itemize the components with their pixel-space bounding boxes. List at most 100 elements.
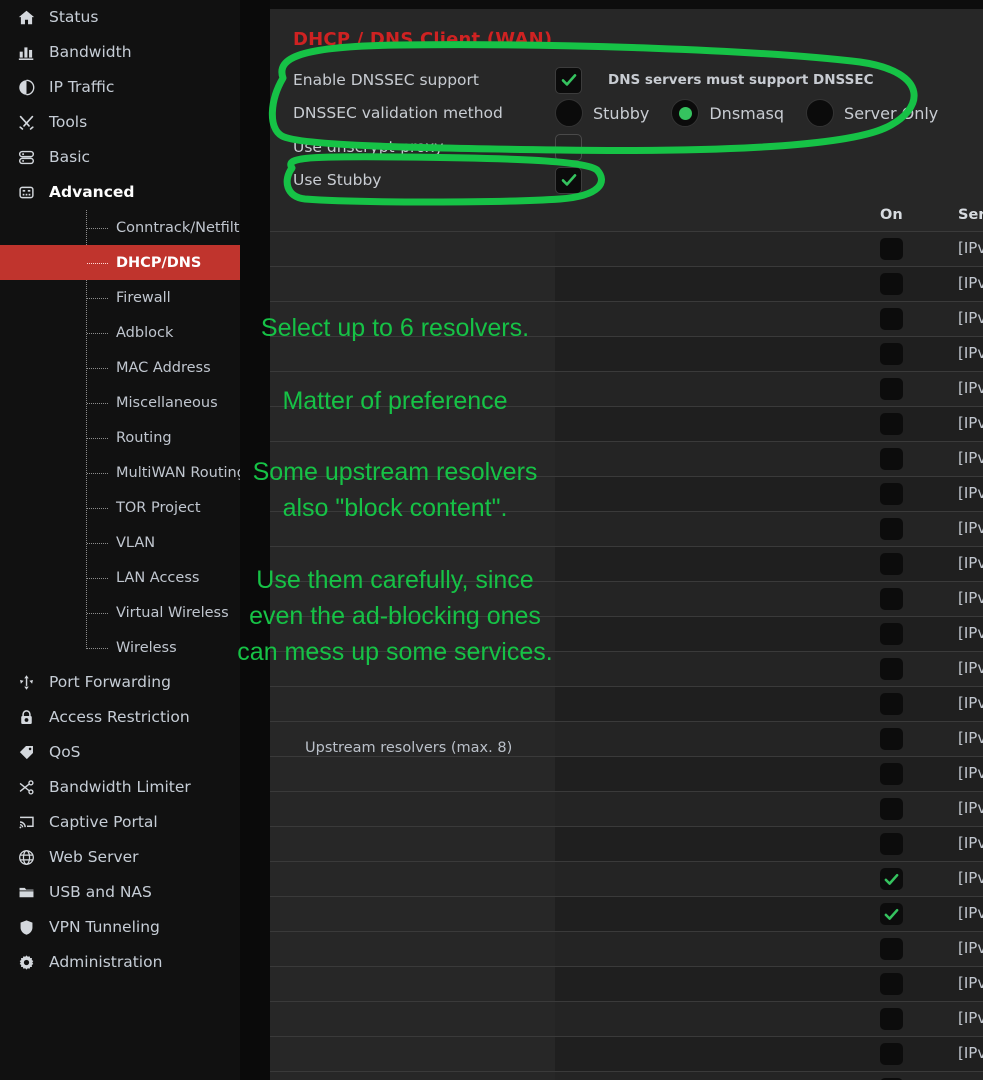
table-row[interactable]: [IPv4] AdGuard 1 (unfiltered) [270, 301, 983, 336]
dnscrypt-proxy-checkbox[interactable] [555, 133, 582, 161]
shield-icon [18, 919, 40, 937]
table-row[interactable]: [IPv4] AdGuard 1 (family) [270, 371, 983, 406]
table-row[interactable]: [IPv4] Cloudflare 1 (security) [270, 1001, 983, 1036]
table-row[interactable]: [IPv4] CleanBrowsing 1 (security) [270, 651, 983, 686]
resolver-name: [IPv4] AdGuard 2 (unfiltered) [958, 344, 983, 362]
sidebar-item-vpn-tunneling[interactable]: VPN Tunneling [0, 910, 240, 945]
resolver-checkbox[interactable] [880, 273, 903, 295]
sidebar-item-status[interactable]: Status [0, 0, 240, 35]
table-row[interactable]: [IPv4] CleanBrowsing 2 (security) [270, 686, 983, 721]
resolver-checkbox[interactable] [880, 623, 903, 645]
use-stubby-checkbox[interactable] [555, 166, 582, 194]
resolver-checkbox[interactable] [880, 413, 903, 435]
table-row[interactable]: [IPv4] Google 1 [270, 1071, 983, 1080]
sidebar-item-basic[interactable]: Basic [0, 140, 240, 175]
table-row[interactable]: [IPv4] Cloudflare 2 (security) [270, 1036, 983, 1071]
resolver-checkbox[interactable] [880, 1008, 903, 1030]
dnssec-method-radio-group: Stubby Dnsmasq Server Only [555, 99, 938, 127]
table-row[interactable]: [IPv4] Canadian Shield 2 (protected) [270, 546, 983, 581]
table-row[interactable]: [IPv4] CleanBrowsing 1 (adult filter) [270, 791, 983, 826]
sidebar-subitem-vlan[interactable]: VLAN [0, 525, 240, 560]
table-row[interactable]: [IPv4] Canadian Shield 1 (family) [270, 581, 983, 616]
resolver-checkbox[interactable] [880, 448, 903, 470]
table-row[interactable]: [IPv4] Cloudflare 1 [270, 861, 983, 896]
resolver-checkbox[interactable] [880, 658, 903, 680]
table-row[interactable]: [IPv4] Adguard 2 (family) [270, 406, 983, 441]
enable-dnssec-checkbox[interactable] [555, 66, 582, 94]
sidebar-item-administration[interactable]: Administration [0, 945, 240, 980]
table-row[interactable]: [IPv4] Cloudflare 2 (family) [270, 966, 983, 1001]
sidebar-item-bandwidth[interactable]: Bandwidth [0, 35, 240, 70]
resolver-checkbox[interactable] [880, 833, 903, 855]
gear-icon [18, 954, 40, 972]
resolver-name: [IPv4] AdGuard 1 (unfiltered) [958, 309, 983, 327]
table-row[interactable]: [IPv4] Cloudflare 2 [270, 896, 983, 931]
table-row[interactable]: [IPv4] Canadian Shield 2 [270, 476, 983, 511]
sidebar-subitem-wireless[interactable]: Wireless [0, 630, 240, 665]
resolver-name: [IPv4] CleanBrowsing 2 (security) [958, 694, 983, 712]
resolver-checkbox[interactable] [880, 763, 903, 785]
resolver-checkbox[interactable] [880, 868, 903, 890]
table-header: On Server [555, 203, 983, 231]
form-row-use-stubby: Use Stubby [293, 166, 983, 194]
resolver-checkbox[interactable] [880, 728, 903, 750]
table-row[interactable]: [IPv4] CleanBrowsing 1 (family) [270, 721, 983, 756]
radio-server-only[interactable] [806, 99, 835, 127]
tree-dash-icon [87, 332, 108, 334]
sidebar-subitem-virtual-wireless[interactable]: Virtual Wireless [0, 595, 240, 630]
resolver-name: [IPv4] Cloudflare 1 [958, 869, 983, 887]
sidebar-subitem-label: DHCP/DNS [116, 254, 202, 271]
sidebar-subitem-multiwan-routing[interactable]: MultiWAN Routing [0, 455, 240, 490]
table-row[interactable]: [IPv4] Cloudflare 1 (family) [270, 931, 983, 966]
sidebar-item-tools[interactable]: Tools [0, 105, 240, 140]
resolver-name: [IPv4] AdGuard 1 (family) [958, 379, 983, 397]
resolver-checkbox[interactable] [880, 938, 903, 960]
sidebar-subitem-mac-address[interactable]: MAC Address [0, 350, 240, 385]
sidebar-item-captive-portal[interactable]: Captive Portal [0, 805, 240, 840]
resolver-checkbox[interactable] [880, 693, 903, 715]
resolver-checkbox[interactable] [880, 973, 903, 995]
sidebar-item-advanced[interactable]: Advanced [0, 175, 240, 210]
fork-icon [18, 674, 40, 692]
resolver-checkbox[interactable] [880, 588, 903, 610]
sidebar-item-ip-traffic[interactable]: IP Traffic [0, 70, 240, 105]
sidebar-subitem-routing[interactable]: Routing [0, 420, 240, 455]
radio-dot-icon [678, 106, 692, 120]
globe-icon [18, 849, 40, 867]
sidebar-item-bandwidth-limiter[interactable]: Bandwidth Limiter [0, 770, 240, 805]
sidebar-item-qos[interactable]: QoS [0, 735, 240, 770]
sidebar-item-usb-and-nas[interactable]: USB and NAS [0, 875, 240, 910]
sidebar-subitem-dhcp-dns[interactable]: DHCP/DNS [0, 245, 240, 280]
sidebar-item-port-forwarding[interactable]: Port Forwarding [0, 665, 240, 700]
sidebar-item-access-restriction[interactable]: Access Restriction [0, 700, 240, 735]
sidebar-subitem-adblock[interactable]: Adblock [0, 315, 240, 350]
resolver-checkbox[interactable] [880, 238, 903, 260]
resolver-checkbox[interactable] [880, 1043, 903, 1065]
resolver-checkbox[interactable] [880, 343, 903, 365]
table-row[interactable]: [IPv4] Canadian Shield 2 (family) [270, 616, 983, 651]
resolver-checkbox[interactable] [880, 903, 903, 925]
resolver-checkbox[interactable] [880, 378, 903, 400]
resolver-checkbox[interactable] [880, 553, 903, 575]
resolver-checkbox[interactable] [880, 798, 903, 820]
tree-dash-icon [87, 402, 108, 404]
table-row[interactable]: [IPv4] AdGuard 2 [270, 266, 983, 301]
resolver-checkbox[interactable] [880, 483, 903, 505]
sidebar-subitem-conntrack-netfilter[interactable]: Conntrack/Netfilter [0, 210, 240, 245]
resolver-checkbox[interactable] [880, 308, 903, 330]
tree-dash-icon [87, 367, 108, 369]
table-row[interactable]: [IPv4] CleanBrowsing 2 (adult filter) [270, 826, 983, 861]
radio-stubby[interactable] [555, 99, 583, 127]
radio-dnsmasq[interactable] [671, 99, 700, 127]
sidebar-item-web-server[interactable]: Web Server [0, 840, 240, 875]
table-row[interactable]: [IPv4] AdGuard 1 [270, 231, 983, 266]
sidebar-subitem-miscellaneous[interactable]: Miscellaneous [0, 385, 240, 420]
resolver-checkbox[interactable] [880, 518, 903, 540]
table-row[interactable]: [IPv4] Canadian Shield 1 (protected) [270, 511, 983, 546]
sidebar-subitem-tor-project[interactable]: TOR Project [0, 490, 240, 525]
sidebar-subitem-lan-access[interactable]: LAN Access [0, 560, 240, 595]
table-row[interactable]: [IPv4] Canadian Shield 1 [270, 441, 983, 476]
table-row[interactable]: [IPv4] CleanBrowsing 2 (family) [270, 756, 983, 791]
table-row[interactable]: [IPv4] AdGuard 2 (unfiltered) [270, 336, 983, 371]
sidebar-subitem-firewall[interactable]: Firewall [0, 280, 240, 315]
